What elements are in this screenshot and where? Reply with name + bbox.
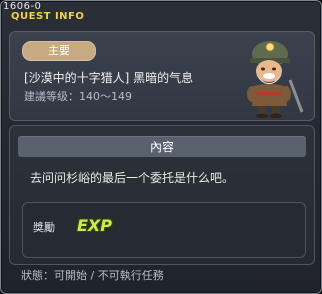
quest-summary-panel: 主要 [沙漠中的十字猎人] 黑暗的气息 建議等级：140～149 (9, 31, 315, 121)
quest-level-range: 建議等级：140～149 (24, 90, 132, 103)
window-title: QUEST INFO (11, 11, 85, 22)
quest-type-badge: 主要 (22, 41, 96, 61)
quest-title: [沙漠中的十字猎人] 黑暗的气息 (24, 71, 194, 85)
npc-portrait-icon (247, 41, 304, 118)
reward-label: 獎勵 (33, 221, 55, 234)
quest-status: 狀態：可開始 / 不可執行任務 (21, 269, 164, 282)
content-section-header: 內容 (18, 136, 306, 157)
quest-description: 去问问杉峪的最后一个委托是什么吧。 (30, 171, 235, 185)
reward-box: 獎勵 EXP (22, 202, 306, 258)
quest-content-panel: 內容 去问问杉峪的最后一个委托是什么吧。 獎勵 EXP (9, 125, 315, 265)
title-bar[interactable]: 1606-0 QUEST INFO (1, 1, 322, 23)
exp-icon: EXP (77, 216, 112, 235)
quest-info-window: 1606-0 QUEST INFO 主要 [沙漠中的十字猎人] 黑暗的气息 建議… (0, 0, 322, 294)
